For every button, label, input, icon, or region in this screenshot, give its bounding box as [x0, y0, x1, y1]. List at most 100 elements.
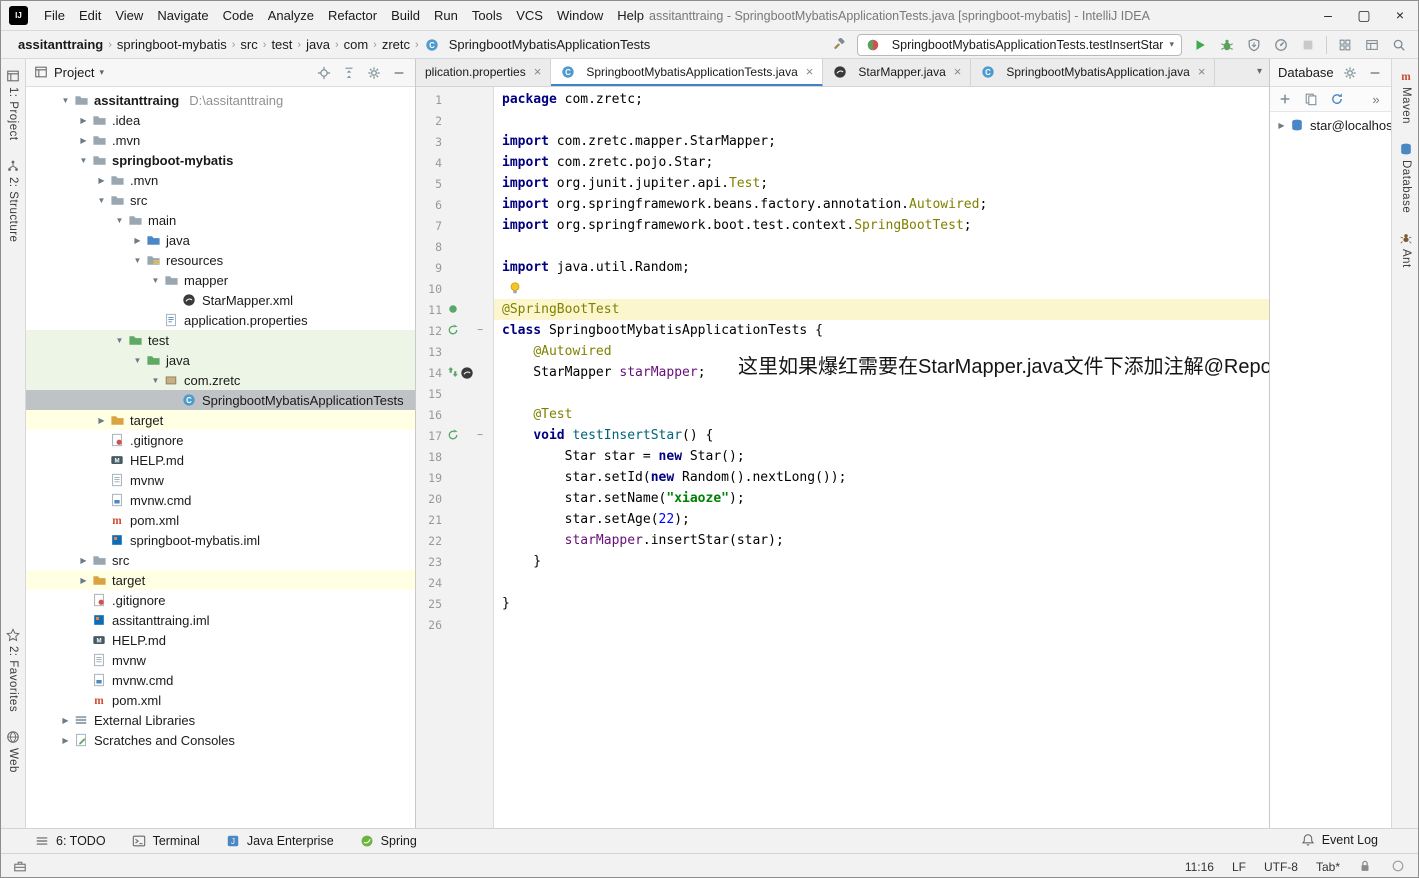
- tool-button-6-todo[interactable]: 6: TODO: [35, 834, 106, 849]
- tool-button-terminal[interactable]: Terminal: [132, 834, 200, 849]
- tool-button-java-enterprise[interactable]: J Java Enterprise: [226, 834, 334, 849]
- run-configuration-select[interactable]: SpringbootMybatisApplicationTests.testIn…: [856, 33, 1182, 56]
- refresh-datasource-button[interactable]: [1329, 91, 1345, 107]
- line-separator[interactable]: LF: [1232, 860, 1246, 874]
- coverage-button[interactable]: [1245, 36, 1263, 54]
- menu-code[interactable]: Code: [216, 2, 261, 29]
- add-datasource-button[interactable]: [1277, 91, 1293, 107]
- chevron-down-icon[interactable]: ▼: [148, 376, 163, 385]
- chevron-right-icon[interactable]: ▶: [94, 176, 109, 185]
- menu-analyze[interactable]: Analyze: [261, 2, 321, 29]
- menu-file[interactable]: File: [37, 2, 72, 29]
- run-button[interactable]: [1191, 36, 1209, 54]
- chevron-right-icon[interactable]: ▶: [94, 416, 109, 425]
- chevron-right-icon[interactable]: ▶: [76, 116, 91, 125]
- build-hammer-icon[interactable]: [830, 36, 848, 54]
- tree-item-gitignore[interactable]: .gitignore: [26, 590, 415, 610]
- minimize-button[interactable]: –: [1310, 1, 1346, 31]
- tree-item-main[interactable]: ▼ main: [26, 210, 415, 230]
- duplicate-datasource-button[interactable]: [1303, 91, 1319, 107]
- chevron-down-icon[interactable]: ▼: [112, 216, 127, 225]
- crumb-zretc[interactable]: zretc: [379, 35, 413, 54]
- collapse-all-button[interactable]: [341, 65, 357, 81]
- project-view-dropdown-icon[interactable]: ▾: [99, 67, 104, 78]
- tree-item-com-zretc[interactable]: ▼ com.zretc: [26, 370, 415, 390]
- menu-navigate[interactable]: Navigate: [150, 2, 215, 29]
- tree-item-mvnw-cmd[interactable]: mvnw.cmd: [26, 670, 415, 690]
- tree-item-mvn[interactable]: ▶ .mvn: [26, 170, 415, 190]
- tabs-dropdown-icon[interactable]: ▾: [1257, 66, 1262, 77]
- debug-button[interactable]: [1218, 36, 1236, 54]
- tool-stripe-2-structure[interactable]: 2: Structure: [6, 159, 20, 242]
- tree-item-target[interactable]: ▶ target: [26, 410, 415, 430]
- tree-item-mapper[interactable]: ▼ mapper: [26, 270, 415, 290]
- chevron-down-icon[interactable]: ▼: [130, 356, 145, 365]
- tree-item-idea[interactable]: ▶ .idea: [26, 110, 415, 130]
- tool-stripe-database[interactable]: Database: [1399, 142, 1413, 213]
- close-button[interactable]: ×: [1382, 1, 1418, 31]
- tree-item-mvnw[interactable]: mvnw: [26, 470, 415, 490]
- chevron-right-icon[interactable]: ▶: [76, 576, 91, 585]
- intention-bulb-icon[interactable]: [508, 281, 523, 296]
- crumb-test[interactable]: test: [268, 35, 295, 54]
- menu-window[interactable]: Window: [550, 2, 610, 29]
- tree-item-mvnw-cmd[interactable]: mvnw.cmd: [26, 490, 415, 510]
- file-encoding[interactable]: UTF-8: [1264, 860, 1298, 874]
- crumb-springboot-mybatis[interactable]: springboot-mybatis: [114, 35, 230, 54]
- tree-item-src[interactable]: ▼ src: [26, 190, 415, 210]
- editor-tab-springbootmybatisapplication-java[interactable]: C SpringbootMybatisApplication.java ×: [971, 59, 1216, 86]
- tool-stripe-2-favorites[interactable]: 2: Favorites: [6, 628, 20, 712]
- more-actions-icon[interactable]: »: [1368, 91, 1384, 107]
- tree-item-scratches-and-consoles[interactable]: ▶ Scratches and Consoles: [26, 730, 415, 750]
- menu-vcs[interactable]: VCS: [509, 2, 550, 29]
- tree-item-application-properties[interactable]: application.properties: [26, 310, 415, 330]
- tree-item-gitignore[interactable]: .gitignore: [26, 430, 415, 450]
- chevron-down-icon[interactable]: ▼: [148, 276, 163, 285]
- run-cycle-gutter-icon[interactable]: [447, 323, 461, 338]
- chevron-down-icon[interactable]: ▼: [94, 196, 109, 205]
- tree-item-test[interactable]: ▼ test: [26, 330, 415, 350]
- chevron-right-icon[interactable]: ▶: [76, 556, 91, 565]
- close-tab-icon[interactable]: ×: [806, 64, 814, 79]
- menu-run[interactable]: Run: [427, 2, 465, 29]
- tool-stripe-web[interactable]: Web: [6, 730, 20, 773]
- tree-item-java[interactable]: ▼ java: [26, 350, 415, 370]
- menu-tools[interactable]: Tools: [465, 2, 509, 29]
- chevron-down-icon[interactable]: ▼: [76, 156, 91, 165]
- tree-item-mvnw[interactable]: mvnw: [26, 650, 415, 670]
- editor-tab-springbootmybatisapplicationtests-java[interactable]: C SpringbootMybatisApplicationTests.java ×: [551, 59, 824, 86]
- tool-stripe-1-project[interactable]: 1: Project: [6, 69, 20, 141]
- fold-marker[interactable]: −: [474, 430, 486, 441]
- locate-file-button[interactable]: [316, 65, 332, 81]
- tree-item-assitanttraing-iml[interactable]: assitanttraing.iml: [26, 610, 415, 630]
- editor-tab-plication-properties[interactable]: plication.properties ×: [416, 59, 552, 86]
- crumb-java[interactable]: java: [303, 35, 333, 54]
- chevron-right-icon[interactable]: ▶: [1274, 121, 1289, 130]
- mybatis-gutter-icon[interactable]: [460, 366, 474, 380]
- tool-stripe-maven[interactable]: m Maven: [1399, 69, 1413, 124]
- tree-item-external-libraries[interactable]: ▶ External Libraries: [26, 710, 415, 730]
- stop-button[interactable]: [1299, 36, 1317, 54]
- tree-item-springboot-mybatis[interactable]: ▼ springboot-mybatis: [26, 150, 415, 170]
- project-panel-title[interactable]: Project: [54, 65, 94, 80]
- grid-icon[interactable]: [1336, 36, 1354, 54]
- tree-item-assitanttraing[interactable]: ▼ assitanttraing D:\assitanttraing: [26, 90, 415, 110]
- notifications-icon[interactable]: [1391, 859, 1406, 874]
- crumb-com[interactable]: com: [341, 35, 372, 54]
- menu-help[interactable]: Help: [610, 2, 651, 29]
- close-tab-icon[interactable]: ×: [954, 64, 962, 79]
- close-tab-icon[interactable]: ×: [1198, 64, 1206, 79]
- chevron-right-icon[interactable]: ▶: [58, 716, 73, 725]
- tree-item-pom-xml[interactable]: m pom.xml: [26, 690, 415, 710]
- crumb-assitanttraing[interactable]: assitanttraing: [15, 35, 106, 54]
- chevron-down-icon[interactable]: ▼: [58, 96, 73, 105]
- close-tab-icon[interactable]: ×: [534, 64, 542, 79]
- database-hide-button[interactable]: [1367, 65, 1383, 81]
- tree-item-springboot-mybatis-iml[interactable]: springboot-mybatis.iml: [26, 530, 415, 550]
- chevron-right-icon[interactable]: ▶: [58, 736, 73, 745]
- tool-stripe-ant[interactable]: Ant: [1399, 231, 1413, 268]
- readonly-lock-icon[interactable]: [1358, 859, 1373, 874]
- run-cycle-gutter-icon[interactable]: [447, 428, 461, 443]
- tree-item-mvn[interactable]: ▶ .mvn: [26, 130, 415, 150]
- code-editor[interactable]: 这里如果爆红需要在StarMapper.java文件下添加注解@Reposito…: [494, 87, 1269, 828]
